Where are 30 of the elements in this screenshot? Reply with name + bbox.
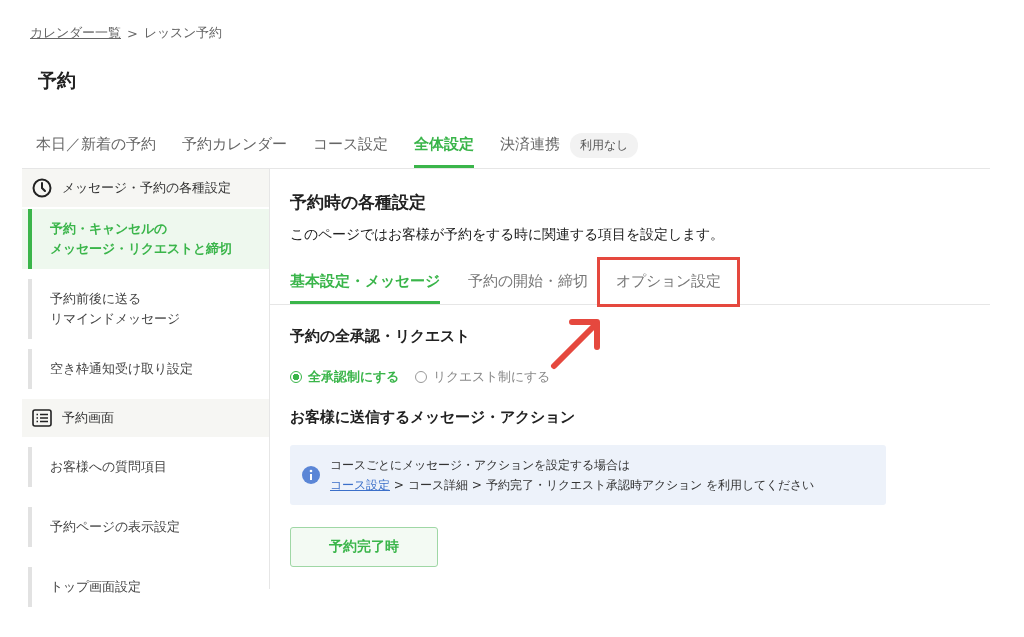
breadcrumb-link[interactable]: カレンダー一覧 [30,24,121,42]
page-title: 予約 [38,68,77,93]
tab[interactable]: 予約の開始・締切 [468,260,588,304]
info-icon [302,466,320,484]
sidebar-item[interactable]: トップ画面設定 [28,567,269,607]
description-text: このページではお客様が予約をする時に関連する項目を設定します。 [290,226,725,244]
tab[interactable]: オプション設定 [600,260,737,304]
breadcrumb-current: レッスン予約 [143,24,222,42]
tab[interactable]: 決済連携 [500,122,560,168]
clock-icon [32,178,52,198]
course-settings-link[interactable]: コース設定 [330,478,390,492]
sidebar-item[interactable]: 予約前後に送る リマインドメッセージ [28,279,269,339]
sidebar-item[interactable]: 予約ページの表示設定 [28,507,269,547]
tab[interactable]: 予約カレンダー [182,122,287,168]
tab[interactable]: 本日／新着の予約 [36,122,156,168]
sidebar-section-title: 予約画面 [62,409,114,427]
list-icon [32,409,52,427]
sidebar-item[interactable]: 空き枠通知受け取り設定 [28,349,269,389]
breadcrumb-separator: > [127,25,138,41]
sidebar-section-title: メッセージ・予約の各種設定 [62,179,231,197]
section-heading: 予約の全承認・リクエスト [290,327,471,346]
section-title: 予約時の各種設定 [290,191,427,214]
section-heading: お客様に送信するメッセージ・アクション [290,408,576,427]
sidebar-item[interactable]: お客様への質問項目 [28,447,269,487]
info-text: コースごとにメッセージ・アクションを設定する場合は コース設定 > コース詳細 > 予約完了・リクエスト承認時アクション を利用してください [330,457,814,494]
annotation-arrow [550,316,602,370]
radio-label: 全承認制にする [308,368,399,386]
status-badge: 利用なし [570,132,638,158]
radio-button[interactable] [290,371,302,383]
tab[interactable]: コース設定 [313,122,388,168]
